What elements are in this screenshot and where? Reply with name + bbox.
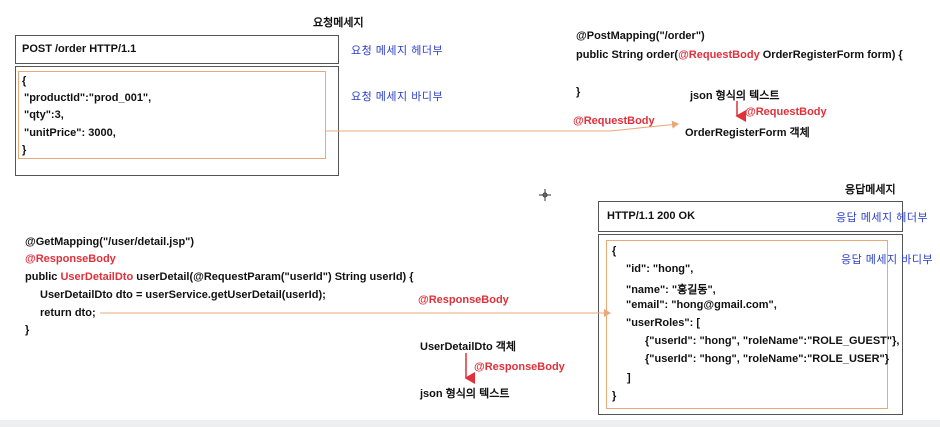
connectors bbox=[100, 101, 746, 384]
crosshair-icon bbox=[539, 189, 551, 201]
request-body-arrow bbox=[325, 120, 679, 132]
bottom-scroll-strip bbox=[0, 420, 940, 427]
